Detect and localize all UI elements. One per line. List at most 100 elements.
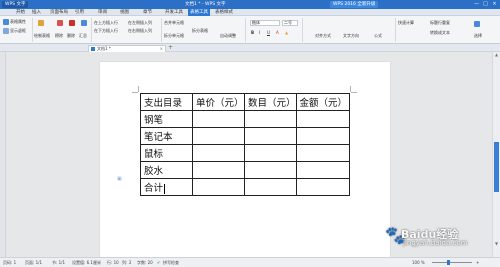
summary-button[interactable]: 汇总 [79,33,87,38]
table-row: 鼠标 [140,144,350,162]
erase-button[interactable]: 擦除 [55,33,63,38]
new-tab-button[interactable]: + [168,44,173,52]
zoom-slider[interactable] [432,262,472,263]
text-direction-button[interactable]: 文字方向 [343,33,359,38]
expense-table[interactable]: 支出目录 单价（元） 数目（元） 金额（元） 钢笔 笔记本 鼠标 胶水 合计 [140,93,350,196]
row-handle-icon[interactable]: ▣ [117,177,123,182]
title-bar: WPS 文字 文档1 * - WPS 文字 WPS 2016 全新升级 — □ … [0,0,500,9]
table-cell[interactable] [244,161,297,179]
menu-insert[interactable]: 插入 [30,9,43,16]
table-cell[interactable]: 鼠标 [140,144,193,162]
menu-review[interactable]: 审阅 [96,9,109,16]
text-cursor [164,183,166,194]
spell-check-label[interactable]: 拼写检查 [163,258,179,267]
table-header-cell[interactable]: 数目（元） [244,93,297,111]
menu-table-style[interactable]: 表格样式 [213,9,235,16]
table-cell[interactable] [244,110,297,128]
status-words: 字数: 20 [137,260,153,265]
table-header-cell[interactable]: 金额（元） [295,93,350,111]
ribbon-toolbar: 表格属性 显示虚框 绘制表格 擦除 删除 汇总 在上方插入行 在下方插入行 在左… [0,16,500,44]
convert-to-text-button[interactable]: 转换成文本 [430,30,450,35]
table-cell[interactable] [295,127,350,145]
table-cell[interactable]: 钢笔 [140,110,193,128]
menu-sections[interactable]: 章节 [141,9,154,16]
ribbon-separator [302,18,303,42]
merge-cells-button[interactable]: 合并单元格 [164,20,184,25]
menu-developer[interactable]: 开发工具 [163,9,185,16]
table-cell[interactable] [192,127,245,145]
insert-row-above-button[interactable]: 在上方插入行 [94,20,118,25]
bold-button[interactable]: B [251,30,254,35]
table-cell[interactable]: 笔记本 [140,127,193,145]
document-tab[interactable]: 文档1 * × [88,45,166,52]
status-section: 节: 1/1 [52,260,66,265]
eraser-icon [57,20,63,26]
table-cell[interactable] [192,110,245,128]
show-gridlines-icon [3,28,9,34]
underline-button[interactable]: U [267,30,270,35]
table-cell[interactable] [192,178,245,196]
font-name-select[interactable]: 楷体 [250,20,280,26]
scroll-down-icon[interactable]: ▼ [494,242,499,246]
insert-col-left-button[interactable]: 在左侧插入列 [128,20,152,25]
window-title: 文档1 * - WPS 文字 [185,2,226,7]
autofit-button[interactable]: 自动调整 [220,33,236,38]
close-window-icon[interactable]: × [490,0,499,9]
fast-calc-button[interactable]: 快速计算 [398,20,414,25]
insert-col-right-button[interactable]: 在右侧插入列 [128,28,152,33]
table-cell[interactable] [295,178,350,196]
insert-row-below-button[interactable]: 在下方插入行 [94,28,118,33]
table-row: 钢笔 [140,110,350,128]
draw-table-button[interactable]: 绘制表格 [34,33,50,38]
font-size-select[interactable]: 二号 [282,20,298,26]
table-cell[interactable] [244,178,297,196]
spell-check-icon[interactable]: ✔ [157,258,160,267]
table-header-cell[interactable]: 单价（元） [192,93,245,111]
total-label: 合计 [144,183,164,194]
select-button[interactable]: 选择 [474,33,482,38]
table-cell[interactable] [192,144,245,162]
status-row: 行: 10 [107,260,119,265]
table-cell[interactable] [244,144,297,162]
menu-table-tools[interactable]: 表格工具 [188,9,210,16]
menu-page-layout[interactable]: 页面布局 [48,9,70,16]
show-gridlines-button[interactable]: 显示虚框 [10,28,26,33]
table-cell[interactable]: 胶水 [140,161,193,179]
table-cell-active[interactable]: 合计 [140,178,193,196]
ribbon-separator [395,18,396,42]
app-menu-button[interactable]: WPS 文字 [2,1,29,8]
table-row: 笔记本 [140,127,350,145]
align-button[interactable]: 对齐方式 [315,33,331,38]
draw-table-icon [38,20,44,26]
italic-button[interactable]: I [259,30,260,35]
menu-view[interactable]: 视图 [118,9,131,16]
table-cell[interactable] [295,161,350,179]
table-cell[interactable] [244,127,297,145]
scrollbar-thumb[interactable] [494,142,499,192]
maximize-icon[interactable]: □ [481,0,490,9]
zoom-in-icon[interactable]: + [476,258,479,267]
status-page: 页码: 1 [3,260,17,265]
split-cells-button[interactable]: 拆分单元格 [164,33,184,38]
menu-home[interactable]: 开始 [14,9,27,16]
minimize-icon[interactable]: — [472,0,481,9]
zoom-level[interactable]: 100 % [412,258,425,267]
formula-button[interactable]: 公式 [374,33,382,38]
zoom-slider-handle[interactable] [447,260,450,265]
table-properties-button[interactable]: 表格属性 [10,19,26,24]
menu-references[interactable]: 引用 [73,9,86,16]
ribbon-separator [32,18,33,42]
header-repeat-button[interactable]: 标题行重复 [430,20,450,25]
table-cell[interactable] [295,110,350,128]
table-header-cell[interactable]: 支出目录 [140,93,193,111]
vertical-scrollbar[interactable]: ▲ ▼ [492,52,500,257]
upgrade-button[interactable]: WPS 2016 全新升级 [330,1,379,8]
split-table-button[interactable]: 拆分表格 [192,28,208,33]
scroll-up-icon[interactable]: ▲ [494,53,499,57]
ribbon-separator [161,18,162,42]
highlight-button[interactable]: ▲ [285,30,288,35]
table-cell[interactable] [192,161,245,179]
font-color-button[interactable]: A [276,30,279,35]
table-cell[interactable] [295,144,350,162]
delete-button[interactable]: 删除 [67,33,75,38]
